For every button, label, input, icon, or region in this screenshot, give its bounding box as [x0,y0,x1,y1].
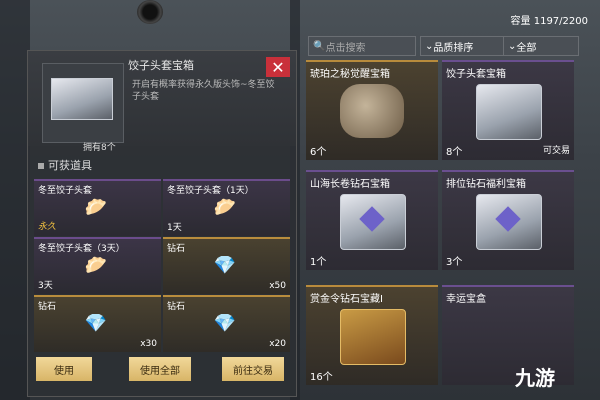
chest-icon [51,78,113,120]
chevron-down-icon: ⌄ [508,40,517,52]
inventory-item[interactable]: 饺子头套宝箱 8个 可交易 [442,60,574,160]
reward-duration: 1天 [167,223,182,233]
inventory-item[interactable]: 琥珀之秘觉醒宝箱 6个 [306,60,438,160]
reward-name: 冬至饺子头套（1天） [167,186,254,196]
diamond-icon [359,206,385,232]
reward-name: 钻石 [167,302,186,312]
tradable-badge: 可交易 [542,146,570,156]
reward-duration: 永久 [38,222,57,232]
item-name: 饺子头套宝箱 [446,69,506,80]
reward-quantity: x30 [140,339,157,349]
panel-header: 拥有8个 饺子头套宝箱 开启有概率获得永久版头饰~冬至饺子头套 ✕ [28,51,296,153]
treasure-chest-icon [340,309,406,365]
close-button[interactable]: ✕ [266,57,290,77]
reward-card[interactable]: 冬至饺子头套 🥟 永久 [34,179,161,236]
item-name: 幸运宝盒 [446,294,486,305]
go-trade-button[interactable]: 前往交易 [222,357,284,381]
item-name: 山海长卷钻石宝箱 [310,179,390,190]
dumpling-icon: 🥟 [84,197,108,218]
inventory-item[interactable]: 山海长卷钻石宝箱 1个 [306,170,438,270]
background-pillar [0,0,30,400]
reward-card[interactable]: 冬至饺子头套（1天） 🥟 1天 [163,179,290,236]
panel-title: 饺子头套宝箱 [128,59,194,72]
owned-count: 拥有8个 [83,143,116,153]
item-detail-panel: 拥有8个 饺子头套宝箱 开启有概率获得永久版头饰~冬至饺子头套 ✕ 可获道具 冬… [27,50,297,397]
chest-icon [476,194,542,250]
dumpling-icon: 🥟 [84,255,108,276]
inventory-item[interactable]: 排位钻石福利宝箱 3个 [442,170,574,270]
section-title: 可获道具 [38,157,92,173]
camera-decoration [137,0,163,24]
reward-card[interactable]: 钻石 💎 x30 [34,295,161,352]
item-thumbnail: 拥有8个 [42,63,124,153]
reward-name: 冬至饺子头套 [38,186,93,196]
filter-label: 全部 [516,42,537,54]
diamond-icon: 💎 [84,313,108,334]
use-all-button[interactable]: 使用全部 [129,357,191,381]
item-name: 排位钻石福利宝箱 [446,179,526,190]
reward-name: 钻石 [38,302,57,312]
item-count: 16个 [310,372,333,383]
item-name: 赏金令钻石宝藏I [310,294,383,305]
item-count: 6个 [310,147,327,158]
reward-quantity: x20 [269,339,286,349]
reward-duration: 3天 [38,281,53,291]
reward-quantity: x50 [269,281,286,291]
inventory-item[interactable]: 赏金令钻石宝藏I 16个 [306,285,438,385]
watermark-logo: 九游 [515,366,555,390]
sort-dropdown[interactable]: ⌄ 品质排序 [420,36,504,56]
item-count: 3个 [446,257,463,268]
chest-icon [340,194,406,250]
panel-description: 开启有概率获得永久版头饰~冬至饺子头套 [132,80,275,102]
reward-card[interactable]: 钻石 💎 x20 [163,295,290,352]
search-icon: 🔍 [313,40,326,52]
reward-name: 钻石 [167,244,186,254]
capacity-indicator: 容量 1197/2200 [510,16,588,27]
reward-name: 冬至饺子头套（3天） [38,244,125,254]
item-count: 1个 [310,257,327,268]
sort-label: 品质排序 [433,42,474,54]
item-count: 8个 [446,147,463,158]
close-icon: ✕ [271,57,285,77]
search-input[interactable]: 🔍 点击搜索 [308,36,416,56]
diamond-icon: 💎 [213,255,237,276]
search-placeholder: 点击搜索 [325,42,366,54]
reward-card[interactable]: 钻石 💎 x50 [163,237,290,294]
dumpling-icon: 🥟 [213,197,237,218]
diamond-icon [495,206,521,232]
diamond-icon: 💎 [213,313,237,334]
reward-card[interactable]: 冬至饺子头套（3天） 🥟 3天 [34,237,161,294]
chest-icon [476,84,542,140]
chevron-down-icon: ⌄ [425,40,434,52]
item-name: 琥珀之秘觉醒宝箱 [310,69,390,80]
helmet-chest-icon [340,84,404,138]
use-button[interactable]: 使用 [36,357,92,381]
filter-dropdown[interactable]: ⌄ 全部 [503,36,579,56]
